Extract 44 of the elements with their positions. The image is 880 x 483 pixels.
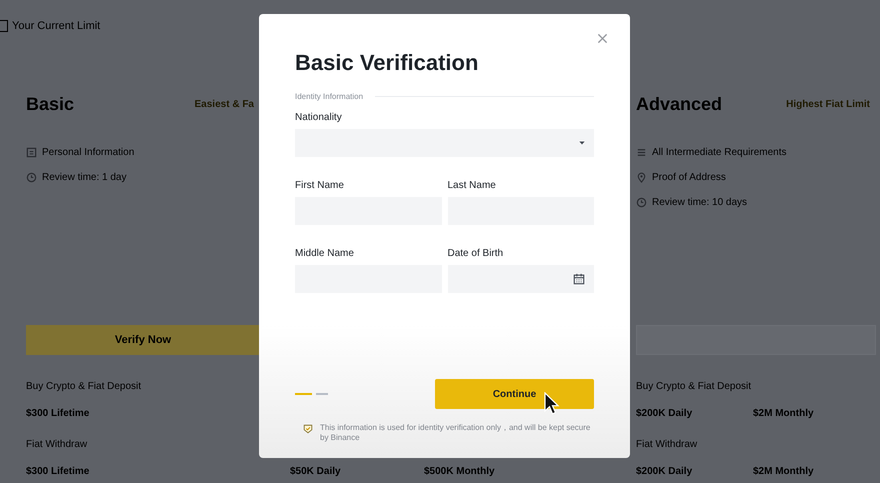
- limit-value: $2M Monthly: [753, 466, 815, 477]
- caret-icon: [579, 141, 585, 145]
- current-limit-label: Your Current Limit: [12, 20, 100, 32]
- location-pin-icon: [636, 172, 647, 183]
- limit-value: $2M Monthly: [753, 408, 815, 419]
- section-label: Identity Information: [295, 92, 364, 101]
- tier-tag: Easiest & Fa: [194, 99, 254, 110]
- field-label: Nationality: [295, 112, 343, 123]
- mouse-pointer-icon: [544, 392, 560, 416]
- limit-value: $300 Lifetime: [26, 408, 90, 419]
- limit-label: Fiat Withdraw: [636, 439, 698, 450]
- tier-title: Basic: [26, 94, 74, 115]
- field-label: First Name: [295, 180, 345, 191]
- list-icon: [636, 147, 647, 158]
- tier-title: Advanced: [636, 94, 722, 115]
- requirement-text: Review time: 10 days: [652, 197, 748, 208]
- limit-value: $200K Daily: [636, 466, 694, 477]
- requirement-text: All Intermediate Requirements: [652, 147, 787, 158]
- limit-value: $200K Daily: [636, 408, 694, 419]
- shield-icon: [303, 424, 313, 434]
- limit-label: Buy Crypto & Fiat Deposit: [26, 381, 142, 392]
- requirement-text: Personal Information: [42, 147, 134, 158]
- document-icon: [26, 147, 37, 158]
- tier-tag: Highest Fiat Limit: [786, 99, 870, 110]
- field-label: Middle Name: [295, 248, 355, 259]
- close-icon[interactable]: [597, 33, 608, 44]
- clock-icon: [26, 172, 37, 183]
- security-note: This information is used for identity verification only，and will be kept secure by Binance: [320, 423, 592, 444]
- limit-value: $50K Daily: [290, 466, 342, 477]
- calendar-icon: [573, 273, 585, 285]
- limit-value: $500K Monthly: [424, 466, 496, 477]
- date-field[interactable]: [448, 265, 594, 293]
- limit-label: Fiat Withdraw: [26, 439, 88, 450]
- field-label: Date of Birth: [448, 248, 504, 259]
- verify-button[interactable]: Verify Now: [26, 325, 260, 355]
- limit-label: Buy Crypto & Fiat Deposit: [636, 381, 752, 392]
- field-label: Last Name: [448, 180, 497, 191]
- limit-value: $300 Lifetime: [26, 466, 90, 477]
- continue-button[interactable]: Continue: [435, 379, 594, 409]
- nationality-select[interactable]: [295, 129, 594, 157]
- requirement-text: Proof of Address: [652, 172, 726, 183]
- dialog-title: Basic Verification: [295, 50, 480, 76]
- requirement-text: Review time: 1 day: [42, 172, 126, 183]
- clock-icon: [636, 197, 647, 208]
